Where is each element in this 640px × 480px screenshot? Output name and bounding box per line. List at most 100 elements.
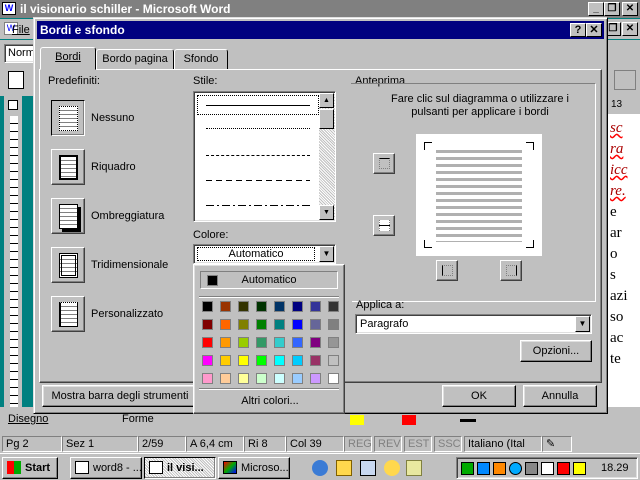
spellcheck-icon[interactable]: ✎ xyxy=(542,436,572,452)
preview-diagram[interactable] xyxy=(416,134,542,256)
color-swatch[interactable] xyxy=(328,337,339,348)
color-swatch[interactable] xyxy=(202,319,213,330)
color-swatch[interactable] xyxy=(310,301,321,312)
color-swatch[interactable] xyxy=(256,301,267,312)
top-border-button[interactable] xyxy=(373,153,395,174)
color-swatch[interactable] xyxy=(220,301,231,312)
menu-file[interactable]: File xyxy=(12,24,30,36)
color-swatch[interactable] xyxy=(292,319,303,330)
tray-icon[interactable] xyxy=(573,462,586,475)
search-icon[interactable] xyxy=(384,460,400,476)
preset-box-label[interactable]: Riquadro xyxy=(91,161,136,173)
color-swatch[interactable] xyxy=(292,337,303,348)
clock[interactable]: 18.29 xyxy=(601,462,629,474)
ie-icon[interactable] xyxy=(312,460,328,476)
color-swatch[interactable] xyxy=(202,373,213,384)
color-swatch[interactable] xyxy=(220,373,231,384)
font-color-icon[interactable] xyxy=(402,415,416,425)
color-swatch[interactable] xyxy=(292,373,303,384)
color-swatch[interactable] xyxy=(310,355,321,366)
ruler-tab-selector[interactable] xyxy=(8,100,18,110)
tab-sfondo[interactable]: Sfondo xyxy=(174,49,228,69)
help-button[interactable]: ? xyxy=(570,23,586,37)
color-swatch[interactable] xyxy=(274,373,285,384)
color-swatch[interactable] xyxy=(220,319,231,330)
options-button[interactable]: Opzioni... xyxy=(520,340,592,362)
color-swatch[interactable] xyxy=(328,355,339,366)
minimize-button[interactable]: _ xyxy=(588,2,604,16)
status-reg[interactable]: REG xyxy=(344,436,372,452)
status-ssc[interactable]: SSC xyxy=(434,436,462,452)
color-swatch[interactable] xyxy=(256,373,267,384)
line-style-icon[interactable] xyxy=(460,419,476,422)
shapes-menu[interactable]: Forme xyxy=(122,413,154,425)
more-colors-option[interactable]: Altri colori... xyxy=(194,395,346,407)
color-swatch[interactable] xyxy=(238,373,249,384)
task-word8[interactable]: word8 - ... xyxy=(70,457,142,479)
color-swatch[interactable] xyxy=(328,319,339,330)
preset-none-icon[interactable] xyxy=(51,100,85,136)
color-swatch[interactable] xyxy=(238,337,249,348)
color-swatch[interactable] xyxy=(202,337,213,348)
preset-none-label[interactable]: Nessuno xyxy=(91,112,134,124)
task-microsoft[interactable]: Microso... xyxy=(218,457,290,479)
desktop-icon[interactable] xyxy=(360,460,376,476)
fill-color-icon[interactable] xyxy=(350,415,364,425)
scroll-thumb[interactable] xyxy=(319,109,334,129)
right-border-button[interactable] xyxy=(500,260,522,281)
color-swatch[interactable] xyxy=(274,319,285,330)
speaker-icon[interactable] xyxy=(541,462,554,475)
apply-combo[interactable]: Paragrafo ▼ xyxy=(355,314,592,334)
color-swatch[interactable] xyxy=(220,337,231,348)
status-est[interactable]: EST xyxy=(404,436,432,452)
restore-button[interactable]: ❐ xyxy=(604,2,620,16)
tab-bordi[interactable]: Bordi xyxy=(40,47,96,70)
preset-custom-icon[interactable] xyxy=(51,296,85,332)
scroll-down-button[interactable]: ▼ xyxy=(319,205,334,220)
preset-3d-icon[interactable] xyxy=(51,247,85,283)
notepad-icon[interactable] xyxy=(406,460,422,476)
start-button[interactable]: Start xyxy=(2,457,58,479)
color-swatch[interactable] xyxy=(238,319,249,330)
tray-icon[interactable] xyxy=(477,462,490,475)
preset-shadow-icon[interactable] xyxy=(51,198,85,234)
show-toolbar-button[interactable]: Mostra barra degli strumenti xyxy=(42,385,198,407)
color-swatch[interactable] xyxy=(256,319,267,330)
drawing-menu[interactable]: Disegno xyxy=(8,413,48,425)
color-swatch[interactable] xyxy=(292,355,303,366)
color-swatch[interactable] xyxy=(220,355,231,366)
tray-icon[interactable] xyxy=(461,462,474,475)
color-swatch[interactable] xyxy=(274,301,285,312)
style-list[interactable]: ▲ ▼ xyxy=(193,91,336,222)
style-scrollbar[interactable]: ▲ ▼ xyxy=(319,93,335,220)
tab-bordo-pagina[interactable]: Bordo pagina xyxy=(96,49,174,69)
close-window-button[interactable]: ✕ xyxy=(622,2,638,16)
color-swatch[interactable] xyxy=(274,337,285,348)
color-swatch[interactable] xyxy=(238,355,249,366)
preset-shadow-label[interactable]: Ombreggiatura xyxy=(91,210,164,222)
new-doc-icon[interactable] xyxy=(8,71,24,89)
cancel-button[interactable]: Annulla xyxy=(523,385,597,407)
middle-border-button[interactable] xyxy=(373,215,395,236)
toolbar-right-icon[interactable] xyxy=(614,70,636,90)
color-swatch[interactable] xyxy=(292,301,303,312)
color-swatch[interactable] xyxy=(256,355,267,366)
tray-icon[interactable] xyxy=(509,462,522,475)
style-item-dash-dot[interactable] xyxy=(206,205,310,206)
color-swatch[interactable] xyxy=(310,373,321,384)
tray-icon[interactable] xyxy=(525,462,538,475)
ok-button[interactable]: OK xyxy=(442,385,516,407)
apply-dropdown-button[interactable]: ▼ xyxy=(575,316,590,332)
dialog-close-button[interactable]: ✕ xyxy=(586,23,602,37)
task-visionario[interactable]: il visi... xyxy=(144,457,216,479)
style-item-solid[interactable] xyxy=(197,95,319,115)
color-swatch[interactable] xyxy=(202,355,213,366)
status-rev[interactable]: REV xyxy=(374,436,402,452)
color-combo[interactable]: Automatico ▼ xyxy=(193,244,336,264)
folder-icon[interactable] xyxy=(336,460,352,476)
preset-custom-label[interactable]: Personalizzato xyxy=(91,308,163,320)
color-dropdown-button[interactable]: ▼ xyxy=(319,246,334,262)
tray-icon[interactable] xyxy=(557,462,570,475)
style-item-dashed[interactable] xyxy=(206,155,310,156)
scroll-up-button[interactable]: ▲ xyxy=(319,93,334,108)
